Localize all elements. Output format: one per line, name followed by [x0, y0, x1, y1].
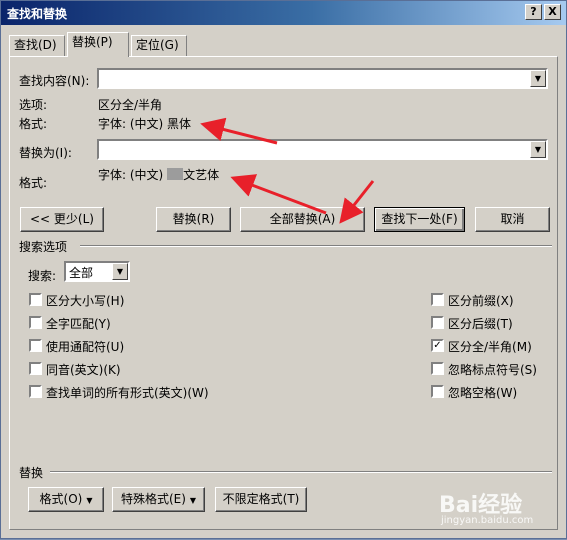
- match-width-label[interactable]: 区分全/半角(M): [448, 338, 532, 355]
- search-scope-dropdown-icon[interactable]: ▼: [112, 263, 128, 280]
- redacted-block: [167, 168, 184, 180]
- search-options-divider: [80, 245, 552, 247]
- search-options-title: 搜索选项: [19, 240, 68, 254]
- options-value: 区分全/半角: [98, 98, 163, 112]
- find-next-button[interactable]: 查找下一处(F): [374, 207, 465, 232]
- tab-find[interactable]: 查找(D): [9, 35, 65, 56]
- title-bar[interactable]: 查找和替换 ? X: [1, 1, 566, 25]
- cancel-button[interactable]: 取消: [475, 207, 550, 232]
- format-button[interactable]: 格式(O) ▼: [28, 487, 104, 512]
- match-suffix-checkbox[interactable]: [431, 316, 444, 329]
- find-replace-dialog: 查找和替换 ? X 查找(D) 替换(P) 定位(G) 查找内容(N): ▼ 选…: [0, 0, 567, 539]
- replace-section-title: 替换: [19, 466, 44, 480]
- tab-replace[interactable]: 替换(P): [67, 32, 129, 57]
- replace-format-label: 格式:: [19, 176, 48, 190]
- wildcards-checkbox[interactable]: [29, 339, 42, 352]
- match-case-checkbox[interactable]: [29, 293, 42, 306]
- ignore-space-label[interactable]: 忽略空格(W): [448, 384, 517, 401]
- help-button[interactable]: ?: [525, 4, 542, 20]
- dropdown-caret-icon: ▼: [189, 496, 197, 505]
- replace-input[interactable]: ▼: [97, 139, 548, 160]
- sounds-like-label[interactable]: 同音(英文)(K): [46, 361, 121, 378]
- close-button[interactable]: X: [544, 4, 561, 20]
- find-label: 查找内容(N):: [19, 74, 90, 88]
- match-case-label[interactable]: 区分大小写(H): [46, 292, 124, 309]
- word-forms-checkbox[interactable]: [29, 385, 42, 398]
- options-label: 选项:: [19, 98, 48, 112]
- word-forms-label[interactable]: 查找单词的所有形式(英文)(W): [46, 384, 209, 401]
- replace-label: 替换为(I):: [19, 146, 72, 160]
- find-format-value: 字体: (中文) 黑体: [98, 117, 192, 131]
- replace-all-button[interactable]: 全部替换(A): [240, 207, 365, 232]
- replace-format-value: 字体: (中文) 文艺体: [98, 168, 220, 182]
- search-scope-label: 搜索:: [28, 269, 57, 283]
- match-width-checkbox[interactable]: ✓: [431, 339, 444, 352]
- ignore-punct-checkbox[interactable]: [431, 362, 444, 375]
- ignore-punct-label[interactable]: 忽略标点符号(S): [448, 361, 537, 378]
- replace-dropdown-icon[interactable]: ▼: [530, 141, 546, 158]
- wildcards-label[interactable]: 使用通配符(U): [46, 338, 124, 355]
- special-format-button[interactable]: 特殊格式(E) ▼: [112, 487, 205, 512]
- window-title: 查找和替换: [7, 7, 68, 21]
- check-mark-icon: ✓: [433, 340, 442, 351]
- replace-button[interactable]: 替换(R): [156, 207, 231, 232]
- match-prefix-checkbox[interactable]: [431, 293, 444, 306]
- whole-word-label[interactable]: 全字匹配(Y): [46, 315, 111, 332]
- search-scope-select[interactable]: 全部 ▼: [64, 261, 130, 282]
- whole-word-checkbox[interactable]: [29, 316, 42, 329]
- no-formatting-button[interactable]: 不限定格式(T): [215, 487, 307, 512]
- ignore-space-checkbox[interactable]: [431, 385, 444, 398]
- tab-goto[interactable]: 定位(G): [131, 35, 187, 56]
- find-input[interactable]: ▼: [97, 68, 548, 89]
- sounds-like-checkbox[interactable]: [29, 362, 42, 375]
- replace-section-divider: [50, 471, 552, 473]
- find-dropdown-icon[interactable]: ▼: [530, 70, 546, 87]
- watermark-url: jingyan.baidu.com: [441, 515, 534, 526]
- match-suffix-label[interactable]: 区分后缀(T): [448, 315, 513, 332]
- replace-panel: 查找内容(N): ▼ 选项: 区分全/半角 格式: 字体: (中文) 黑体 替换…: [9, 56, 558, 530]
- dropdown-caret-icon: ▼: [86, 496, 93, 505]
- match-prefix-label[interactable]: 区分前缀(X): [448, 292, 514, 309]
- find-format-label: 格式:: [19, 117, 48, 131]
- less-button[interactable]: << 更少(L): [20, 207, 104, 232]
